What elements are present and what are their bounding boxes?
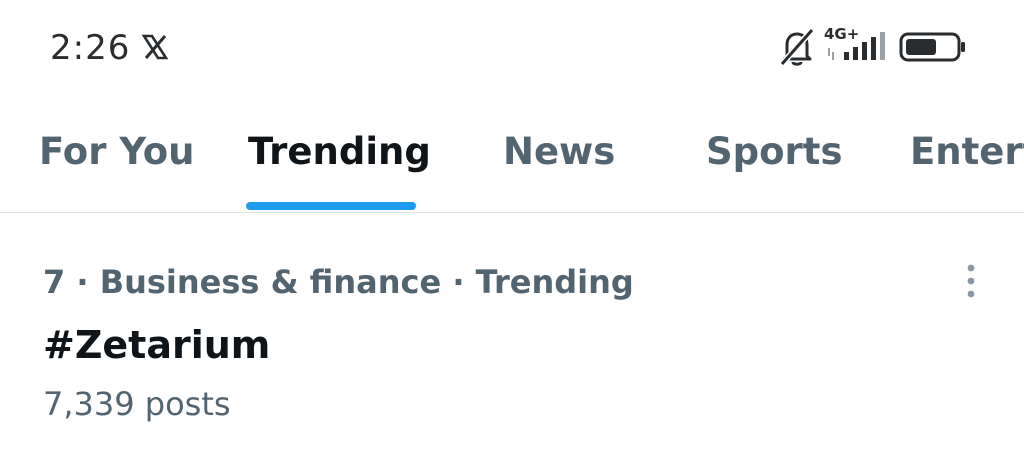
tab-trending[interactable]: Trending — [248, 130, 431, 173]
tab-sports[interactable]: Sports — [706, 130, 843, 173]
signal-strength-icon — [828, 32, 885, 60]
active-tab-indicator — [246, 202, 416, 210]
status-bar: 2:26 4G+ — [0, 0, 1024, 96]
bell-muted-icon — [779, 28, 815, 66]
trend-context: 7 · Business & finance · Trending — [43, 263, 634, 301]
tab-entertainment[interactable]: Entert — [910, 130, 1024, 173]
more-options-icon[interactable] — [954, 261, 988, 305]
trend-item[interactable]: 7 · Business & finance · Trending #Zetar… — [0, 213, 1024, 464]
tab-news[interactable]: News — [503, 130, 615, 173]
battery-icon — [899, 32, 965, 62]
trend-hashtag[interactable]: #Zetarium — [43, 323, 270, 367]
trend-post-count: 7,339 posts — [43, 385, 231, 423]
status-time: 2:26 — [50, 28, 131, 68]
tab-bar: For You Trending News Sports Entert — [0, 96, 1024, 213]
tab-for-you[interactable]: For You — [39, 130, 194, 173]
x-logo-icon — [141, 34, 169, 60]
